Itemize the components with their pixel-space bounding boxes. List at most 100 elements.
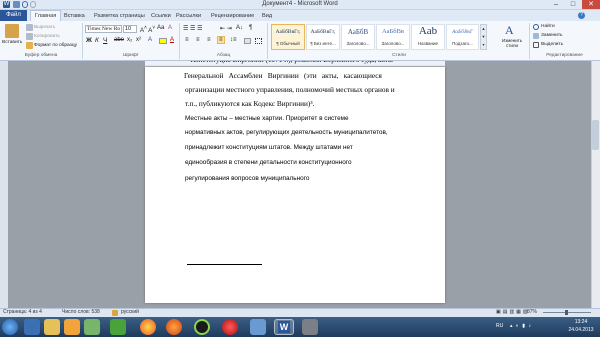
player-icon[interactable]	[194, 319, 210, 335]
app-icon[interactable]	[302, 319, 318, 335]
paste-button-label[interactable]: Вставить	[2, 40, 22, 45]
italic-icon[interactable]: К	[95, 37, 99, 44]
close-button[interactable]: ✕	[582, 0, 600, 9]
style-name: Заголово...	[346, 41, 370, 46]
chrome-icon[interactable]	[140, 319, 156, 335]
font-name-select[interactable]: Times New Ro	[85, 25, 122, 33]
app-icon[interactable]	[84, 319, 100, 335]
language-indicator[interactable]: RU	[496, 323, 503, 329]
bold-icon[interactable]: Ж	[86, 37, 92, 44]
text-line: Местные акты – местные хартии. Приоритет…	[185, 115, 349, 122]
change-styles-icon[interactable]: A	[505, 24, 517, 36]
explorer-icon[interactable]	[44, 319, 60, 335]
clear-format-icon[interactable]: A	[168, 25, 172, 31]
proofing-icon[interactable]	[112, 310, 118, 316]
tab-review[interactable]: Рецензирование	[207, 11, 258, 21]
ie-icon[interactable]	[24, 319, 40, 335]
text-line: единообразия в степени детальности конст…	[185, 159, 352, 166]
style-preview: АаБбВв	[382, 28, 404, 35]
paste-icon[interactable]	[5, 24, 19, 38]
find-button[interactable]: Найти	[541, 24, 555, 29]
tab-file[interactable]: Файл	[0, 10, 27, 21]
change-case-icon[interactable]: Aa	[157, 25, 164, 31]
bullets-icon[interactable]: ☰ ☰ ☰	[183, 25, 202, 32]
format-painter-icon[interactable]	[26, 42, 33, 49]
select-icon[interactable]	[533, 42, 539, 48]
style-normal[interactable]	[271, 24, 305, 50]
styles-scroll[interactable]: ▲ ▼ ▾	[480, 24, 487, 50]
cut-icon[interactable]	[26, 24, 33, 31]
pilcrow-icon[interactable]: ¶	[249, 25, 252, 31]
copy-icon[interactable]	[26, 33, 33, 40]
replace-icon[interactable]	[533, 33, 539, 39]
align-left-icon[interactable]: ≡	[185, 37, 189, 43]
replace-button[interactable]: Заменить	[541, 33, 563, 38]
shading-icon[interactable]	[244, 38, 251, 44]
view-buttons[interactable]: ▣▤▥▦▧	[496, 309, 530, 315]
help-icon[interactable]: ?	[578, 12, 585, 19]
justify-icon[interactable]: ≡	[217, 36, 225, 44]
style-name: Название	[417, 41, 439, 46]
align-right-icon[interactable]: ≡	[207, 37, 211, 43]
text-line: регулирования вопросов муниципального	[185, 175, 310, 182]
style-no-spacing[interactable]	[306, 24, 340, 50]
font-group-label: Шрифт	[123, 53, 139, 58]
change-styles-button[interactable]: Изменить стили	[499, 38, 525, 48]
borders-icon[interactable]	[255, 38, 262, 44]
select-button[interactable]: Выделить	[541, 42, 563, 47]
tab-home[interactable]: Главная	[30, 10, 62, 21]
clipboard-group-label: Буфер обмена	[24, 53, 58, 58]
scrollbar-thumb[interactable]	[592, 120, 599, 150]
style-preview: АаБбВ	[347, 28, 369, 36]
opera-icon[interactable]	[222, 319, 238, 335]
indent-icon[interactable]: ⇤ ⇥	[220, 25, 232, 32]
tray-icons[interactable]: ▴ ◐ ▮ ♪	[510, 323, 532, 329]
start-button[interactable]	[2, 319, 18, 335]
zoom-level[interactable]: 87%	[527, 309, 537, 315]
word-icon: W	[278, 321, 290, 333]
font-size-select[interactable]: 10	[123, 25, 137, 33]
editing-group-label: Редактирование	[546, 53, 583, 58]
word-count[interactable]: Число слов: 538	[62, 309, 100, 315]
vertical-scrollbar[interactable]	[591, 61, 600, 308]
text-effects-icon[interactable]: A	[148, 37, 152, 43]
minimize-button[interactable]: –	[548, 0, 564, 9]
clock-time[interactable]: 13:24	[566, 319, 596, 325]
align-center-icon[interactable]: ≡	[196, 37, 200, 43]
underline-icon[interactable]: Ч	[103, 37, 107, 44]
grow-font-icon[interactable]: A˄ A˅	[140, 25, 155, 34]
ribbon-divider	[179, 23, 180, 59]
tab-mailings[interactable]: Рассылки	[172, 11, 205, 21]
tab-insert[interactable]: Вставка	[60, 11, 89, 21]
copy-button[interactable]: Копировать	[34, 34, 60, 39]
cut-button[interactable]: Вырезать	[34, 25, 55, 30]
line-spacing-icon[interactable]: ↕≡	[230, 37, 237, 43]
firefox-icon[interactable]	[166, 319, 182, 335]
find-icon[interactable]	[533, 24, 539, 30]
media-icon[interactable]	[64, 319, 80, 335]
superscript-icon[interactable]: x²	[136, 37, 141, 43]
page-count[interactable]: Страница: 4 из 4	[3, 309, 42, 315]
clock-date[interactable]: 24.04.2013	[564, 327, 598, 333]
styles-group-label: Стили	[392, 53, 406, 58]
text-line: организации местного управления, полномо…	[185, 85, 395, 94]
language[interactable]: русский	[121, 309, 139, 315]
style-preview: АаБбВвГг,	[310, 29, 336, 35]
app-icon[interactable]	[110, 319, 126, 335]
subscript-icon[interactable]: x₂	[127, 37, 132, 43]
tab-references[interactable]: Ссылки	[147, 11, 175, 21]
sort-icon[interactable]: A↓	[236, 25, 243, 31]
strikethrough-icon[interactable]: abe	[114, 37, 124, 43]
tab-view[interactable]: Вид	[258, 11, 276, 21]
format-painter-button[interactable]: Формат по образцу	[34, 43, 77, 48]
maximize-button[interactable]: □	[565, 0, 581, 9]
app-icon[interactable]	[250, 319, 266, 335]
ribbon-divider	[267, 23, 268, 59]
zoom-slider-thumb[interactable]	[565, 310, 568, 315]
font-color-icon[interactable]: A	[170, 37, 174, 43]
style-preview: АаБбВвГг,	[275, 29, 301, 35]
tab-page-layout[interactable]: Разметка страницы	[90, 11, 149, 21]
style-subtitle[interactable]	[446, 24, 479, 50]
vertical-ruler[interactable]	[0, 61, 8, 308]
highlight-icon[interactable]	[159, 38, 167, 44]
